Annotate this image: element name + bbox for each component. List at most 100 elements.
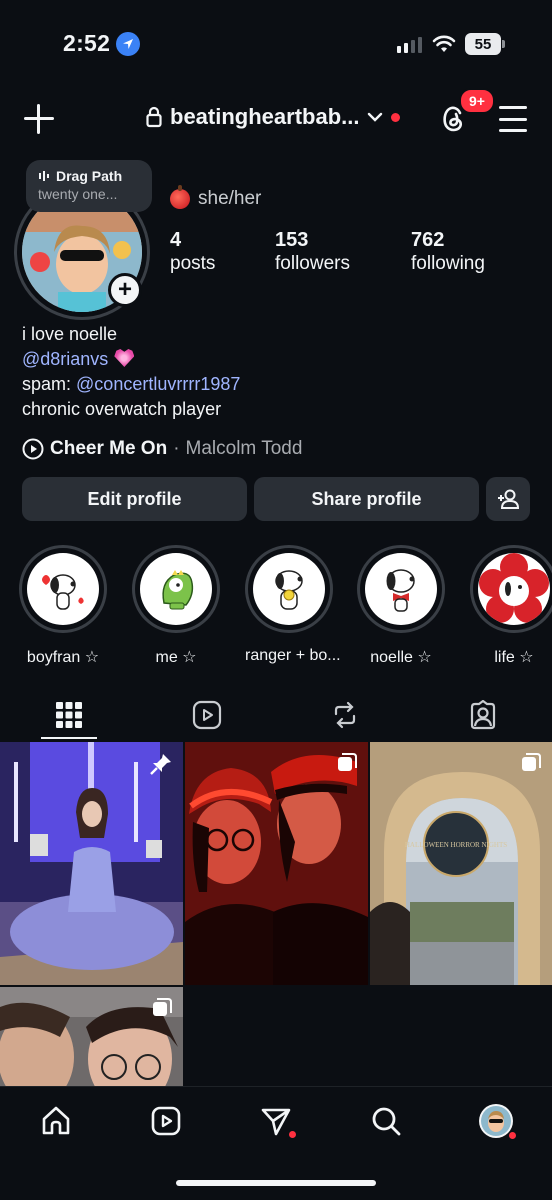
carousel-icon — [522, 753, 541, 771]
add-story-button[interactable]: + — [108, 273, 142, 307]
highlight-ring — [357, 545, 445, 633]
pronouns-text: she/her — [198, 188, 262, 209]
spam-mention-link[interactable]: @concertluvrrrr1987 — [76, 374, 240, 394]
carousel-icon — [338, 753, 357, 771]
song-separator: · — [173, 438, 180, 459]
create-plus-button[interactable] — [22, 102, 56, 136]
wifi-icon — [432, 35, 456, 52]
status-time: 2:52 — [63, 30, 111, 56]
bio: i love noelle @d8rianvs spam: @concertlu… — [22, 322, 240, 422]
home-indicator — [176, 1180, 376, 1186]
share-profile-button[interactable]: Share profile — [254, 477, 479, 521]
nav-reels[interactable] — [146, 1101, 186, 1141]
nav-search[interactable] — [366, 1101, 406, 1141]
username: beatingheartbab... — [170, 104, 360, 129]
posts-label: posts — [170, 253, 216, 274]
reposts-icon — [334, 701, 356, 729]
threads-badge: 9+ — [459, 88, 495, 114]
post-image-gown — [0, 742, 183, 985]
location-arrow-icon — [116, 31, 141, 56]
carousel-icon — [153, 998, 172, 1016]
highlight-ring — [19, 545, 107, 633]
search-icon — [372, 1107, 401, 1136]
highlight-ring — [470, 545, 552, 633]
active-tab-indicator — [41, 737, 97, 739]
posts-count: 4 posts — [170, 228, 215, 276]
note-subtitle: twenty one... — [38, 186, 118, 202]
highlight-ring — [245, 545, 333, 633]
note-bubble[interactable]: Drag Path twenty one... — [26, 160, 152, 212]
followers-count[interactable]: 153 followers — [275, 228, 350, 276]
profile-tabs — [0, 690, 552, 740]
discover-people-button[interactable] — [486, 477, 530, 521]
account-notification-dot — [391, 112, 401, 122]
following-label: following — [411, 253, 485, 274]
highlight-label: boyfran ☆ — [26, 649, 100, 666]
followers-label: followers — [275, 253, 350, 274]
post-thumbnail[interactable] — [0, 742, 183, 985]
post-thumbnail[interactable]: HALLOWEEN HORROR NIGHTS — [370, 742, 552, 985]
bio-line-2: @d8rianvs — [22, 347, 240, 372]
pink-heart-emoji-icon — [114, 349, 135, 367]
pin-icon — [150, 754, 171, 775]
tab-reels[interactable] — [138, 690, 276, 740]
spam-label: spam: — [22, 374, 77, 394]
bio-line-1: i love noelle — [22, 324, 118, 344]
messages-notification-dot — [289, 1131, 296, 1138]
snoopy-flower-icon — [478, 553, 550, 625]
highlight-label: ranger + bo... — [245, 647, 341, 664]
chevron-down-icon — [368, 112, 383, 122]
edit-profile-label: Edit profile — [87, 488, 182, 509]
note-title: Drag Path — [38, 168, 140, 184]
profile-notification-dot — [509, 1132, 516, 1139]
status-bar: 2:52 55 — [0, 0, 552, 90]
snoopy-dino-icon — [140, 553, 212, 625]
nav-home[interactable] — [36, 1101, 76, 1141]
reels-icon — [151, 1106, 181, 1136]
highlight-boyfran[interactable]: boyfran ☆ — [19, 545, 107, 667]
cell-signal-icon — [397, 37, 422, 53]
mention-link[interactable]: @d8rianvs — [22, 349, 108, 369]
status-clock: 2:52 — [63, 30, 141, 57]
snoopy-bow-icon — [365, 553, 437, 625]
highlight-label: noelle ☆ — [370, 649, 432, 666]
post-sign-text: HALLOWEEN HORROR NIGHTS — [405, 841, 507, 849]
grid-icon — [56, 702, 82, 728]
highlight-ranger[interactable]: ranger + bo... — [245, 545, 341, 665]
highlight-label: me ☆ — [155, 649, 197, 666]
profile-music[interactable]: Cheer Me On · Malcolm Todd — [22, 438, 302, 460]
battery-icon: 55 — [465, 33, 501, 55]
add-person-icon — [498, 489, 520, 509]
note-title-text: Drag Path — [56, 168, 123, 184]
bio-line-3: spam: @concertluvrrrr1987 — [22, 372, 240, 397]
song-title: Cheer Me On — [50, 438, 168, 459]
posts-value: 4 — [170, 229, 182, 251]
lock-icon — [146, 106, 162, 128]
music-bars-icon — [39, 171, 49, 181]
account-switcher[interactable]: beatingheartbab... — [146, 104, 401, 130]
highlight-me[interactable]: me ☆ — [132, 545, 220, 667]
apple-emoji-icon — [170, 185, 190, 209]
edit-profile-button[interactable]: Edit profile — [22, 477, 247, 521]
post-thumbnail[interactable] — [185, 742, 368, 985]
tab-reposts[interactable] — [276, 690, 414, 740]
share-profile-label: Share profile — [311, 488, 422, 509]
followers-value: 153 — [275, 229, 309, 251]
tab-posts-grid[interactable] — [0, 690, 138, 740]
post-thumbnail[interactable] — [0, 987, 183, 1086]
menu-button[interactable] — [499, 106, 527, 132]
post-image-horror-nights-arch: HALLOWEEN HORROR NIGHTS — [370, 742, 552, 985]
highlight-life[interactable]: life ☆ — [470, 545, 552, 667]
paper-plane-icon — [261, 1108, 291, 1136]
nav-messages[interactable] — [256, 1101, 296, 1141]
highlight-label: life ☆ — [494, 649, 534, 666]
snoopy-hearts-icon — [27, 553, 99, 625]
following-count[interactable]: 762 following — [411, 228, 485, 276]
highlight-noelle[interactable]: noelle ☆ — [357, 545, 445, 667]
tab-tagged[interactable] — [414, 690, 552, 740]
nav-profile[interactable] — [476, 1101, 516, 1141]
song-artist: Malcolm Todd — [185, 438, 303, 459]
profile-header: beatingheartbab... 9+ — [0, 88, 552, 144]
bio-line-4: chronic overwatch player — [22, 399, 222, 419]
tagged-icon — [470, 700, 496, 730]
